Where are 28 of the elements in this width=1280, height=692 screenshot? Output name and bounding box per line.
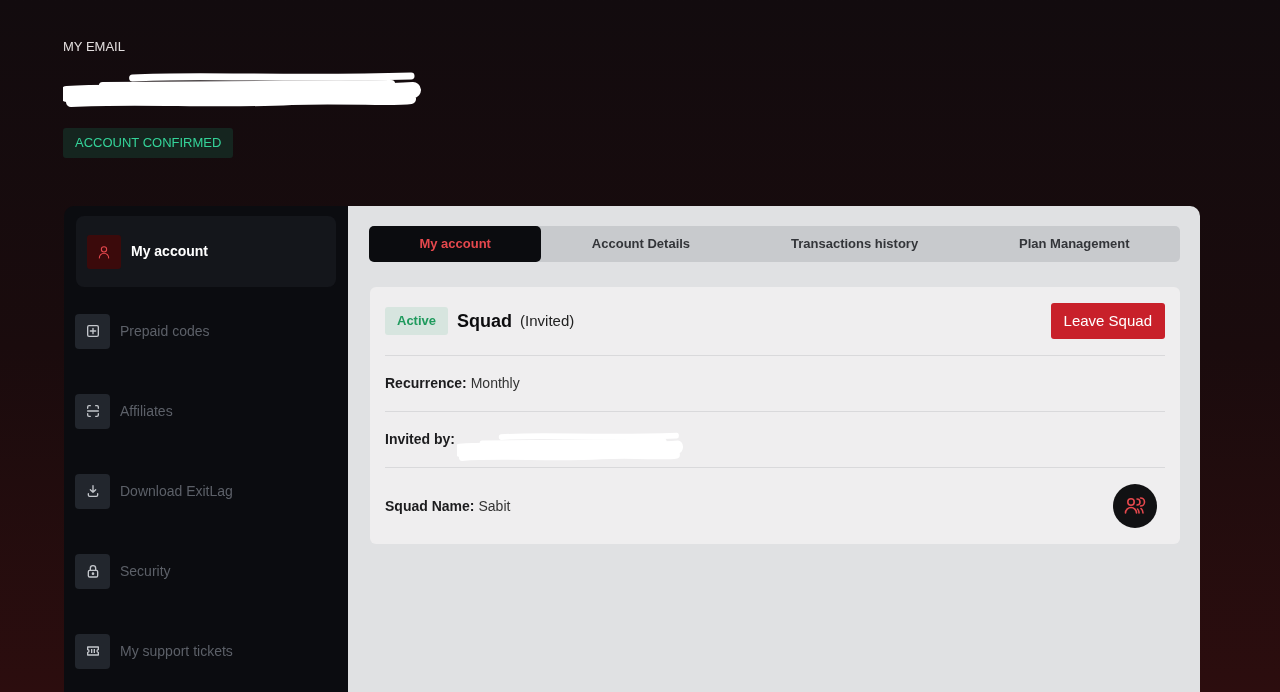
user-icon bbox=[87, 234, 121, 269]
download-icon bbox=[75, 473, 110, 509]
tab[interactable]: Plan Management bbox=[968, 226, 1180, 262]
ticket-icon bbox=[75, 633, 110, 669]
status-badge: ACCOUNT CONFIRMED bbox=[63, 128, 234, 158]
tab[interactable]: Transactions history bbox=[740, 226, 969, 262]
sidebar-item[interactable]: My support tickets bbox=[64, 611, 348, 691]
plan-name: Squad bbox=[457, 309, 513, 333]
email-label: MY EMAIL bbox=[63, 40, 125, 54]
status-badge: Active bbox=[385, 307, 449, 335]
people-icon[interactable] bbox=[1113, 484, 1157, 528]
detail-label: Squad Name: bbox=[385, 496, 475, 516]
sidebar-item[interactable]: Security bbox=[64, 531, 348, 611]
tab[interactable]: Account Details bbox=[541, 226, 741, 262]
sidebar-item[interactable]: Prepaid codes bbox=[64, 291, 348, 371]
leave-squad-button[interactable]: Leave Squad bbox=[1050, 303, 1165, 339]
sidebar-item[interactable]: Download ExitLag bbox=[64, 451, 348, 531]
plan-role: (Invited) bbox=[520, 310, 575, 331]
detail-label: Invited by: bbox=[385, 430, 455, 449]
lock-icon bbox=[75, 553, 110, 589]
detail-value: Sabit bbox=[478, 496, 511, 516]
scan-frame-icon bbox=[75, 393, 110, 429]
sidebar-item[interactable]: Affiliates bbox=[64, 371, 348, 451]
sidebar-item[interactable]: My account bbox=[76, 216, 336, 287]
plus-square-icon bbox=[75, 313, 110, 349]
tab[interactable]: My account bbox=[369, 226, 542, 262]
detail-value: Monthly bbox=[470, 374, 520, 393]
detail-label: Recurrence: bbox=[385, 374, 467, 393]
